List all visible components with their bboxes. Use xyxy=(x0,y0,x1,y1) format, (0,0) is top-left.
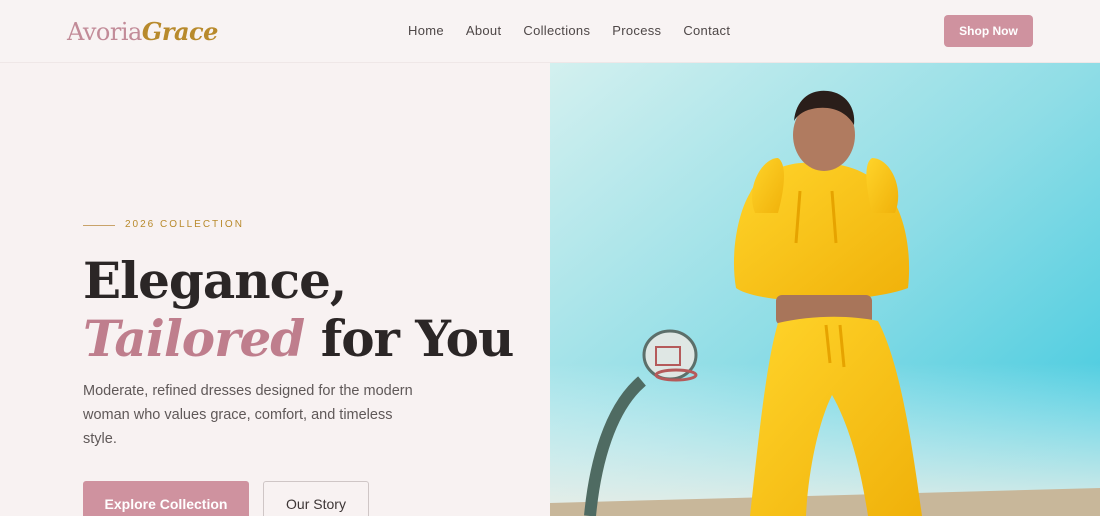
top-navbar: AvoriaGrace Home About Collections Proce… xyxy=(0,0,1100,63)
main-menu: Home About Collections Process Contact xyxy=(408,23,730,39)
nav-link-about[interactable]: About xyxy=(466,23,501,39)
hero-photo xyxy=(550,63,1100,516)
hero-headline: Elegance, Tailored for You xyxy=(83,251,515,368)
eyebrow-divider xyxy=(83,224,115,226)
eyebrow-text: 2026 COLLECTION xyxy=(125,219,244,230)
shop-now-button[interactable]: Shop Now xyxy=(944,15,1033,47)
explore-collection-button[interactable]: Explore Collection xyxy=(83,481,249,516)
nav-link-process[interactable]: Process xyxy=(612,23,661,39)
nav-link-contact[interactable]: Contact xyxy=(683,23,730,39)
hero-description: Moderate, refined dresses designed for t… xyxy=(83,383,413,447)
headline-accent: Tailored xyxy=(83,309,305,368)
nav-link-home[interactable]: Home xyxy=(408,23,444,39)
headline-rest: for You xyxy=(304,309,515,368)
our-story-button[interactable]: Our Story xyxy=(263,481,369,516)
hero-eyebrow: 2026 COLLECTION xyxy=(83,219,244,231)
brand-name-part1: Avoria xyxy=(67,18,142,46)
brand-logo[interactable]: AvoriaGrace xyxy=(67,17,218,47)
brand-name-part2: Grace xyxy=(141,17,219,46)
hero-photo-illustration xyxy=(550,63,1100,516)
headline-line1: Elegance, xyxy=(83,251,347,310)
nav-link-collections[interactable]: Collections xyxy=(523,23,590,39)
